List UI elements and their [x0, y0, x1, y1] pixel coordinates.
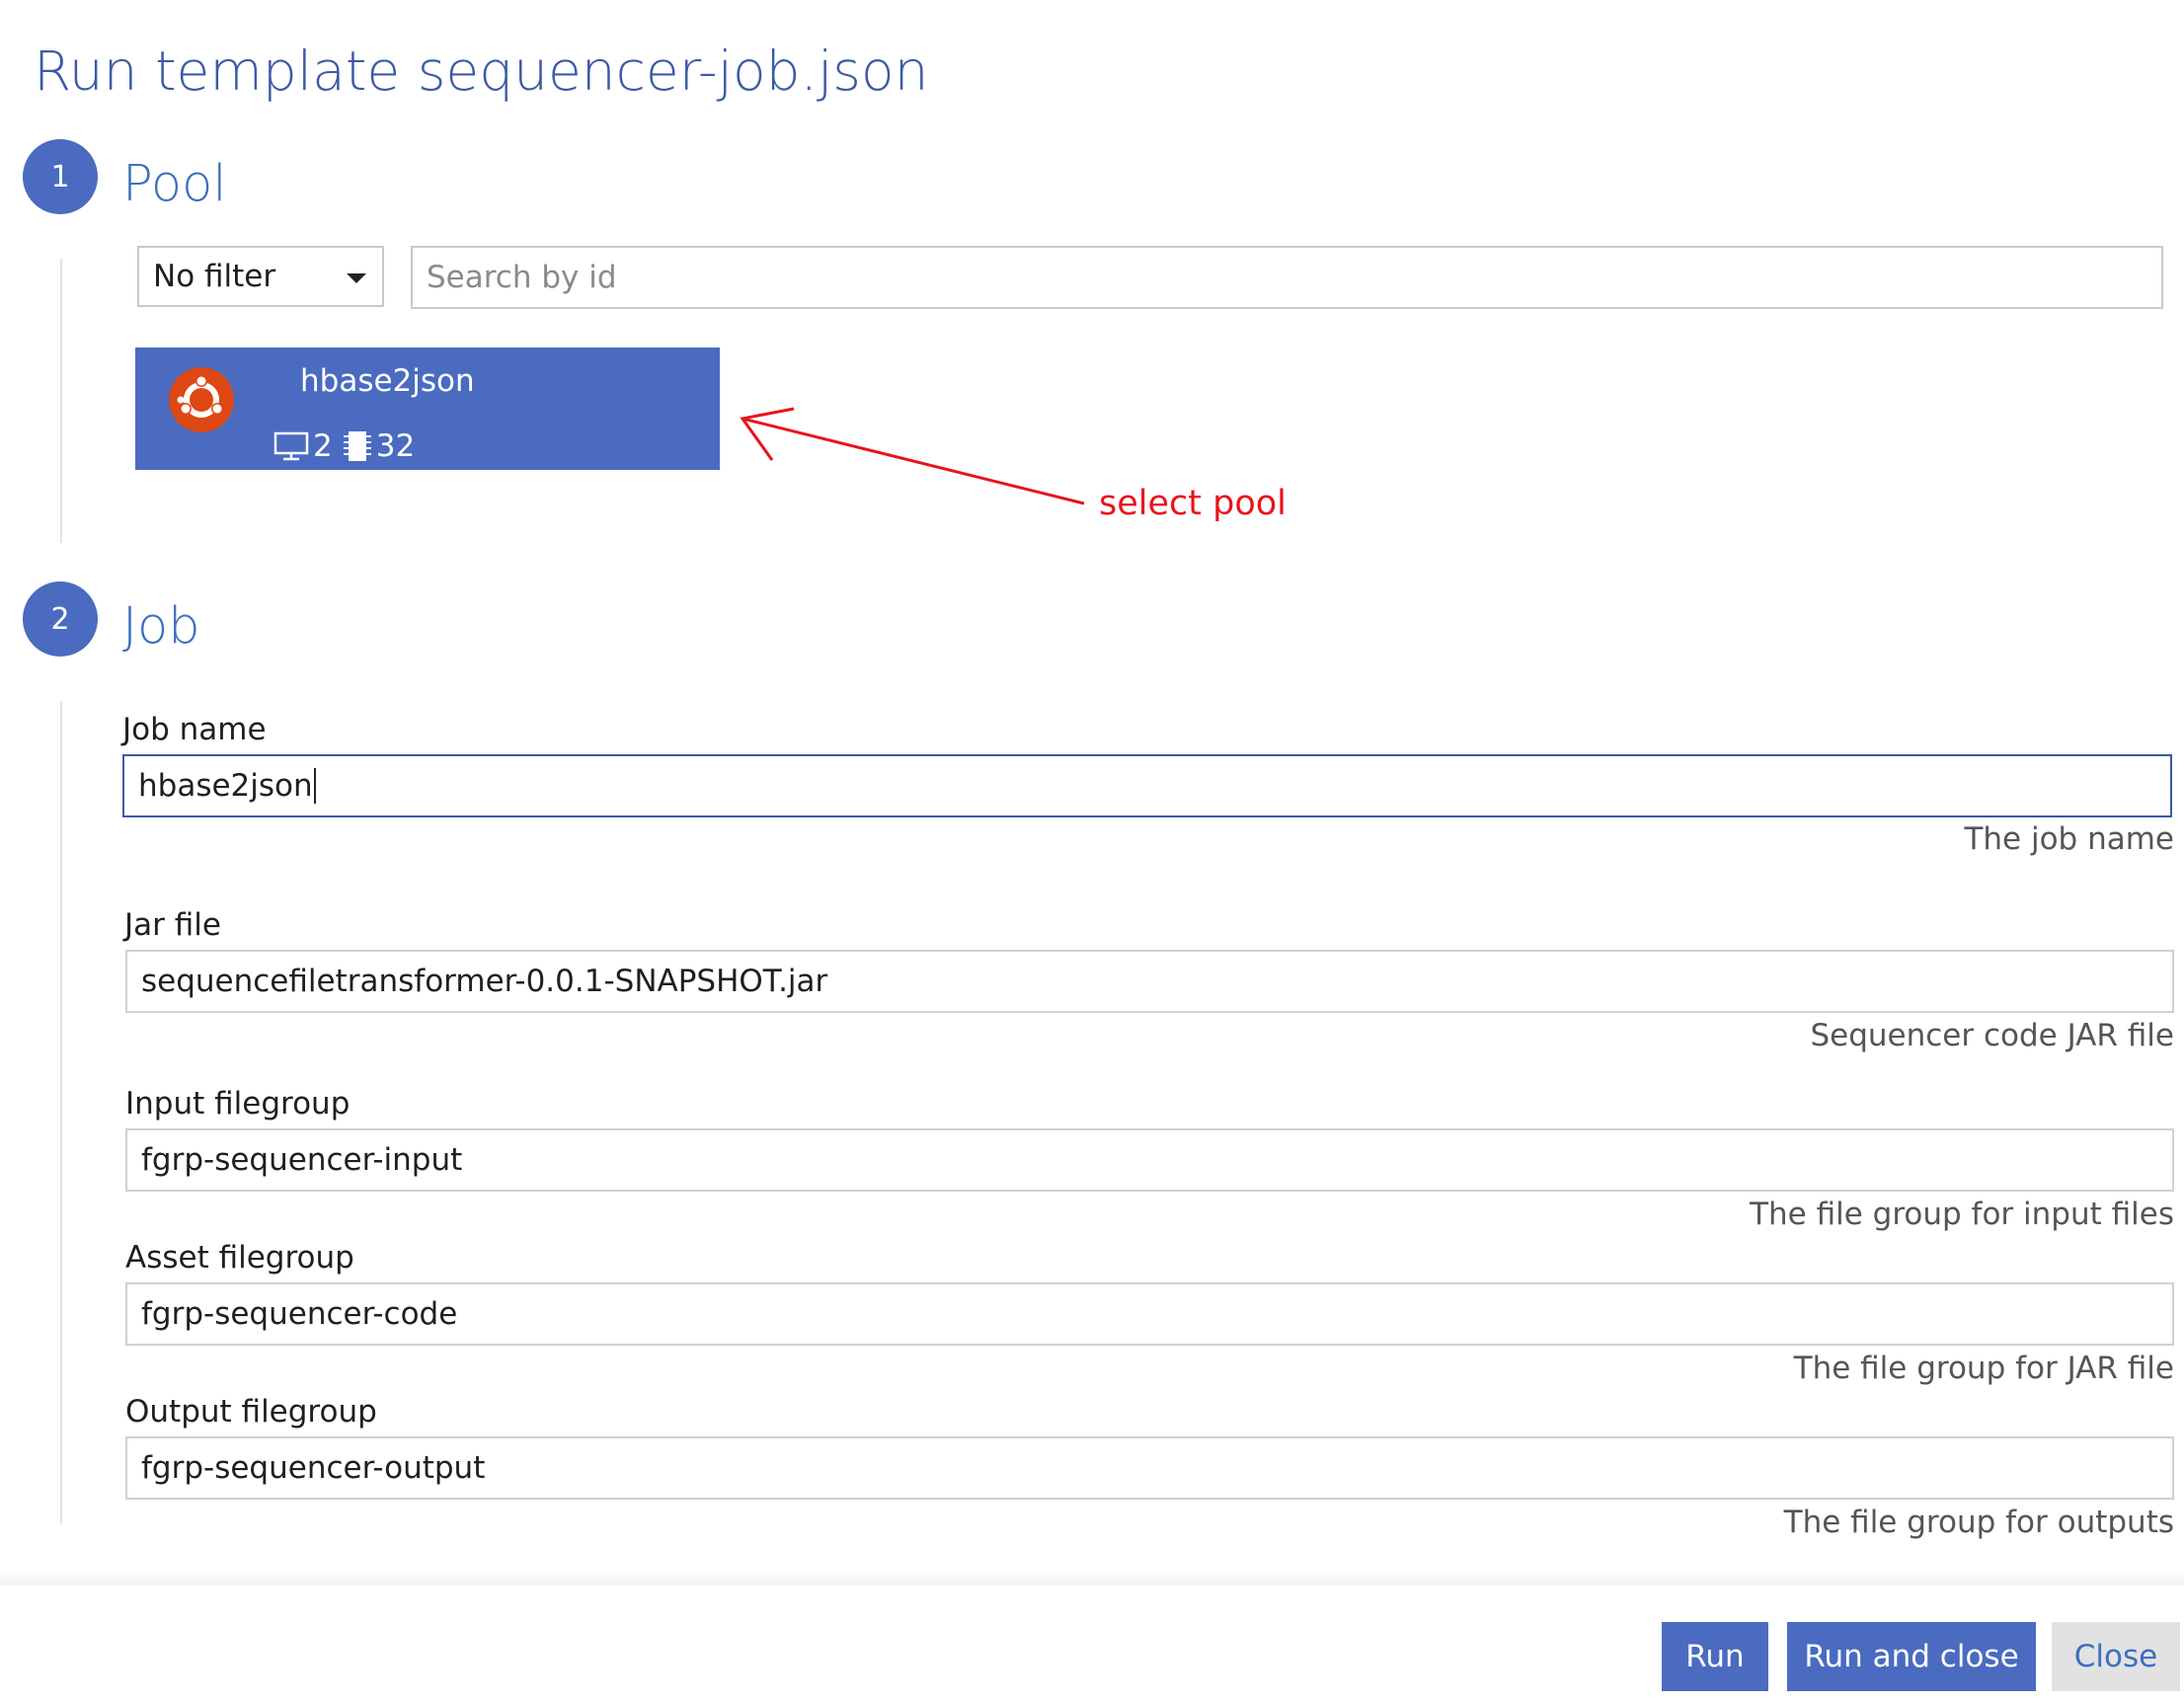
ubuntu-icon: [169, 367, 234, 432]
dialog-title: Run template sequencer-job.json: [34, 39, 929, 103]
close-button[interactable]: Close: [2052, 1622, 2180, 1691]
text-cursor: [313, 768, 316, 804]
cpu-icon: [343, 431, 371, 461]
run-and-close-button[interactable]: Run and close: [1787, 1622, 2036, 1691]
job-name-label: Job name: [122, 712, 267, 747]
annotation-text: select pool: [1099, 484, 1287, 523]
pool-filter-dropdown[interactable]: No filter: [137, 246, 384, 307]
job-name-input[interactable]: hbase2json: [122, 754, 2172, 817]
step-1-title: Pool: [122, 155, 227, 213]
chevron-down-icon: [347, 273, 366, 283]
run-button[interactable]: Run: [1662, 1622, 1768, 1691]
pool-name: hbase2json: [300, 363, 475, 399]
output-filegroup-value: fgrp-sequencer-output: [141, 1450, 486, 1486]
input-filegroup-input[interactable]: fgrp-sequencer-input: [125, 1128, 2174, 1192]
monitor-icon: [273, 431, 309, 461]
output-filegroup-label: Output filegroup: [125, 1394, 377, 1430]
jar-file-label: Jar file: [124, 907, 221, 943]
step-2-badge: 2: [23, 581, 98, 657]
input-filegroup-hint: The file group for input files: [1750, 1197, 2174, 1232]
input-filegroup-label: Input filegroup: [125, 1086, 351, 1122]
step-1-connector: [60, 259, 62, 543]
pool-search-input[interactable]: [411, 246, 2163, 309]
pool-stats: 2 32: [273, 428, 415, 464]
pool-card-hbase2json[interactable]: hbase2json 2 32: [135, 348, 720, 470]
job-name-hint: The job name: [1964, 821, 2174, 857]
step-2-title: Job: [122, 597, 200, 656]
asset-filegroup-input[interactable]: fgrp-sequencer-code: [125, 1282, 2174, 1346]
step-1-badge: 1: [23, 139, 98, 214]
job-name-value: hbase2json: [138, 768, 313, 804]
step-2-connector: [60, 701, 62, 1524]
asset-filegroup-value: fgrp-sequencer-code: [141, 1296, 458, 1332]
output-filegroup-hint: The file group for outputs: [1783, 1505, 2174, 1540]
jar-file-input[interactable]: sequencefiletransformer-0.0.1-SNAPSHOT.j…: [125, 950, 2174, 1013]
input-filegroup-value: fgrp-sequencer-input: [141, 1142, 463, 1178]
asset-filegroup-hint: The file group for JAR file: [1793, 1351, 2174, 1386]
jar-file-value: sequencefiletransformer-0.0.1-SNAPSHOT.j…: [141, 964, 828, 999]
pool-filter-value: No filter: [153, 259, 276, 294]
footer-divider: [0, 1572, 2184, 1586]
asset-filegroup-label: Asset filegroup: [125, 1240, 354, 1276]
jar-file-hint: Sequencer code JAR file: [1810, 1018, 2174, 1053]
pool-node-count: 2: [313, 428, 333, 464]
pool-core-count: 32: [375, 428, 416, 464]
output-filegroup-input[interactable]: fgrp-sequencer-output: [125, 1436, 2174, 1500]
